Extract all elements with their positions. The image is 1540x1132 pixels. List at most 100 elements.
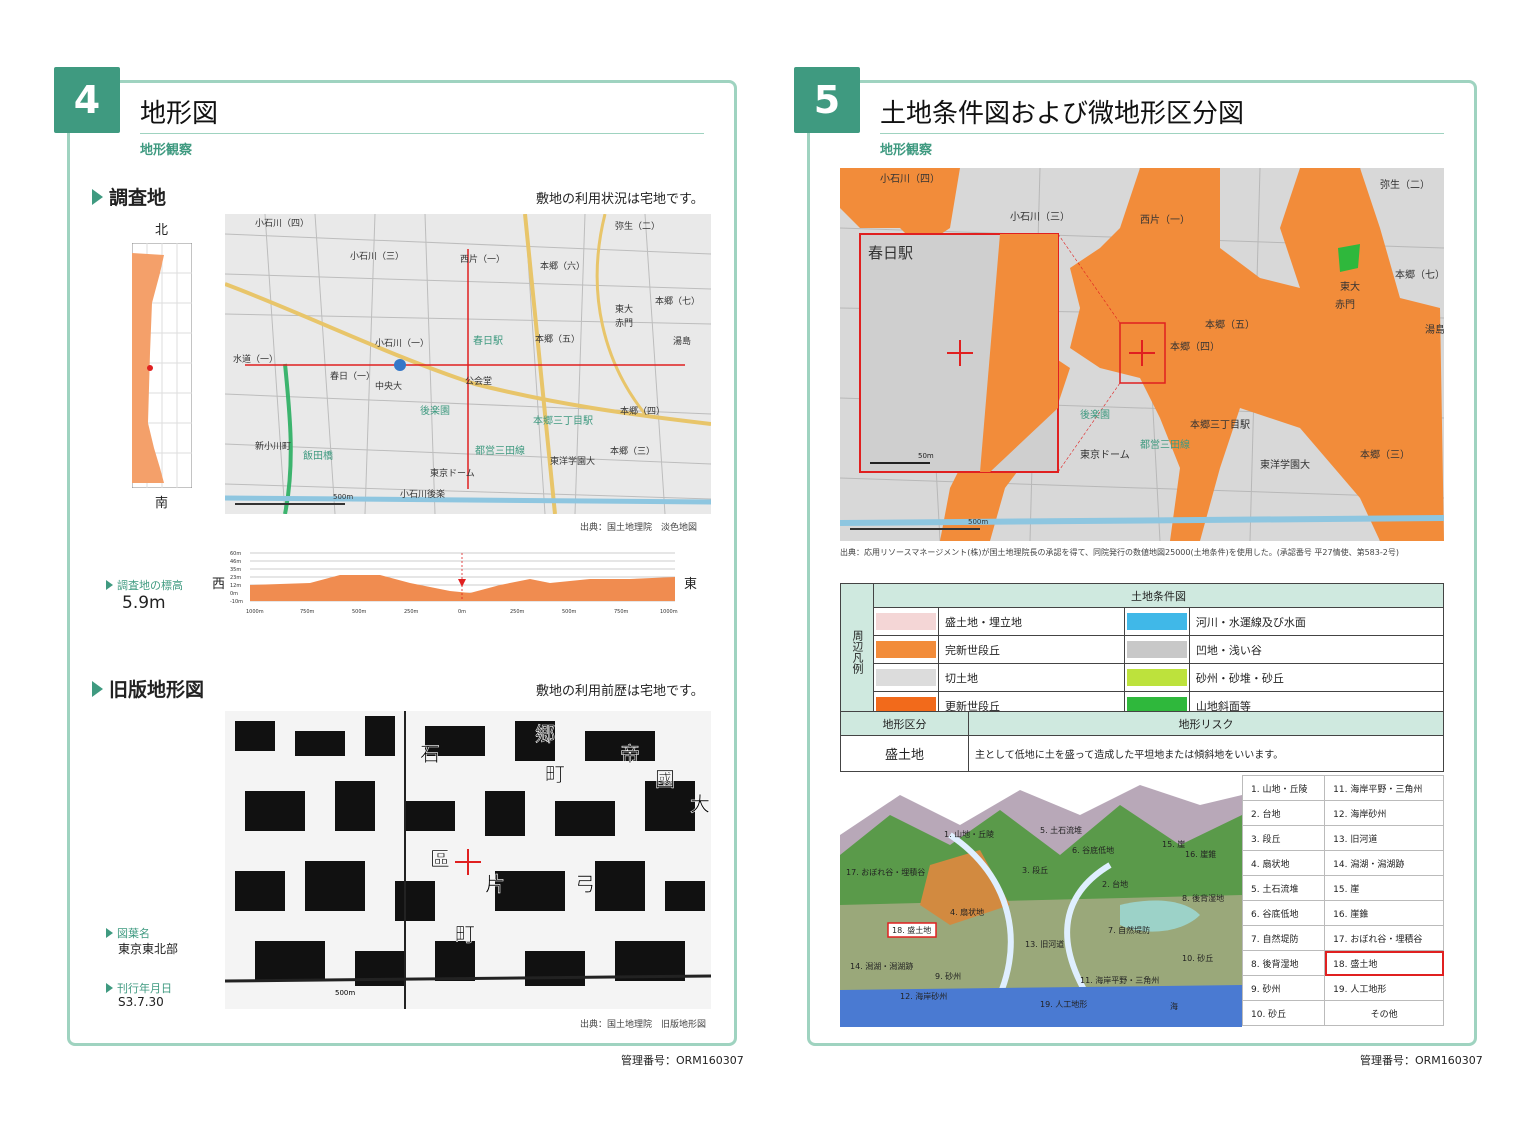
type-item: 14. 潟湖・潟湖跡 xyxy=(1324,850,1444,876)
ns-profile-chart xyxy=(132,243,192,488)
old-map-label: 區 xyxy=(430,847,450,871)
section-heading-site: 調査地 xyxy=(92,183,166,210)
legend-label: 凹地・浅い谷 xyxy=(1188,635,1445,664)
scale-label: 500m xyxy=(968,518,988,526)
map-label: 本郷（七） xyxy=(1395,268,1444,281)
map-label: 本郷（七） xyxy=(655,295,700,307)
type-item: 11. 海岸平野・三角州 xyxy=(1324,775,1444,801)
svg-text:14. 潟湖・潟湖跡: 14. 潟湖・潟湖跡 xyxy=(850,961,913,971)
svg-text:60m: 60m xyxy=(230,551,241,557)
title-divider xyxy=(140,133,704,134)
sheet-name-label: 図葉名 xyxy=(106,925,150,941)
svg-text:1. 山地・丘陵: 1. 山地・丘陵 xyxy=(944,829,994,839)
class-term: 盛土地 xyxy=(840,735,969,772)
north-label: 北 xyxy=(155,223,169,238)
sheet-name-value: 東京東北部 xyxy=(118,942,179,956)
elevation-label: 調査地の標高 xyxy=(106,577,183,593)
map-label: 本郷（三） xyxy=(1360,448,1410,461)
map-label: 東大 xyxy=(615,303,633,315)
old-topo-map: 郷 石 帝 國 大 町 區 片 町 弓 500m xyxy=(225,711,711,1009)
legend-label: 切土地 xyxy=(938,663,1125,692)
triangle-bullet-icon xyxy=(106,928,113,938)
old-map-label: 郷 xyxy=(535,722,555,746)
map-label: 西片（一） xyxy=(1140,213,1190,226)
map-label: 小石川（三） xyxy=(350,251,404,262)
landform-illustration: 1. 山地・丘陵 5. 土石流堆 6. 谷底低地 15. 崖 16. 崖錐 17… xyxy=(840,775,1242,1027)
legend-swatch xyxy=(1126,641,1187,658)
scale-label: 500m xyxy=(333,493,353,501)
management-number-5: 管理番号：ORM160307 xyxy=(1360,1054,1483,1067)
map-label: 都営三田線 xyxy=(475,444,525,457)
type-item-highlighted: 18. 盛土地 xyxy=(1324,950,1444,976)
type-item: 9. 砂州 xyxy=(1241,975,1326,1001)
current-topo-map: 小石川（四） 小石川（三） 西片（一） 本郷（六） 弥生（二） 本郷（七） 東大… xyxy=(225,214,711,514)
svg-text:2. 台地: 2. 台地 xyxy=(1102,879,1128,889)
svg-text:海: 海 xyxy=(1170,1001,1178,1011)
map-label: 本郷（四） xyxy=(1170,340,1220,353)
svg-text:12m: 12m xyxy=(230,583,241,589)
triangle-bullet-icon xyxy=(92,680,103,697)
type-item: 5. 土石流堆 xyxy=(1241,875,1326,901)
map-label: 弥生（二） xyxy=(1380,178,1430,191)
legend-label: 盛土地・埋立地 xyxy=(938,607,1125,636)
legend-title: 土地条件図 xyxy=(873,583,1444,608)
old-map-source: 出典：国土地理院 旧版地形図 xyxy=(580,1020,707,1030)
map-label: 赤門 xyxy=(615,318,633,329)
svg-text:8. 後背湿地: 8. 後背湿地 xyxy=(1182,893,1224,903)
svg-text:0m: 0m xyxy=(458,609,466,615)
map-label: 東洋学園大 xyxy=(1260,458,1310,471)
map-label: 本郷三丁目駅 xyxy=(1190,418,1250,431)
section-heading-old-map: 旧版地形図 xyxy=(92,675,204,702)
svg-text:750m: 750m xyxy=(614,609,629,615)
map-label: 中央大 xyxy=(375,380,402,392)
type-item: 13. 旧河道 xyxy=(1324,825,1444,851)
map-label: 西片（一） xyxy=(460,253,505,265)
svg-text:17. おぼれ谷・埋積谷: 17. おぼれ谷・埋積谷 xyxy=(846,867,925,877)
type-item: 1. 山地・丘陵 xyxy=(1241,775,1326,801)
site-note: 敷地の利用状況は宅地です。 xyxy=(536,192,704,207)
svg-text:15. 崖: 15. 崖 xyxy=(1162,840,1185,849)
map-label: 水道（一） xyxy=(233,353,278,365)
section-number: 5 xyxy=(794,67,860,133)
triangle-bullet-icon xyxy=(92,188,103,205)
svg-text:1000m: 1000m xyxy=(660,609,678,615)
svg-text:250m: 250m xyxy=(404,609,419,615)
svg-text:250m: 250m xyxy=(510,609,525,615)
class-description: 主として低地に土を盛って造成した平坦地または傾斜地をいいます。 xyxy=(968,735,1444,772)
svg-text:4. 扇状地: 4. 扇状地 xyxy=(950,907,984,917)
risk-header: 地形リスク xyxy=(968,711,1444,736)
old-map-label: 町 xyxy=(455,922,475,946)
svg-text:11. 海岸平野・三角州: 11. 海岸平野・三角州 xyxy=(1080,975,1159,985)
map-label: 東京ドーム xyxy=(430,467,475,479)
map-label: 飯田橋 xyxy=(303,449,333,462)
map-label: 小石川（四） xyxy=(255,218,309,229)
old-map-label: 大 xyxy=(690,792,710,816)
legend-swatch xyxy=(1126,613,1187,630)
svg-text:18. 盛土地: 18. 盛土地 xyxy=(892,925,931,935)
title-divider xyxy=(880,133,1444,134)
map-label: 東京ドーム xyxy=(1080,448,1130,461)
map-label: 本郷（三） xyxy=(610,445,655,457)
south-label: 南 xyxy=(155,496,169,511)
page-title: 地形図 xyxy=(140,99,219,129)
type-item: 8. 後背湿地 xyxy=(1241,950,1326,976)
svg-text:5. 土石流堆: 5. 土石流堆 xyxy=(1040,825,1082,835)
old-map-note: 敷地の利用前歴は宅地です。 xyxy=(536,684,704,699)
svg-text:16. 崖錐: 16. 崖錐 xyxy=(1185,849,1216,859)
svg-text:6. 谷底低地: 6. 谷底低地 xyxy=(1072,845,1114,855)
map-label: 新小川町 xyxy=(255,440,291,452)
type-item: 10. 砂丘 xyxy=(1241,1000,1326,1026)
map-label: 都営三田線 xyxy=(1140,438,1190,451)
legend-swatch xyxy=(876,613,936,630)
map-label: 本郷三丁目駅 xyxy=(533,414,593,427)
svg-text:19. 人工地形: 19. 人工地形 xyxy=(1040,999,1087,1009)
svg-text:9. 砂州: 9. 砂州 xyxy=(935,971,961,981)
land-condition-legend: 周辺凡例 土地条件図 盛土地・埋立地 河川・水運線及び水面 完新世段丘 凹地・浅… xyxy=(840,583,1445,720)
scale-label: 500m xyxy=(335,989,355,997)
type-item: 4. 扇状地 xyxy=(1241,850,1326,876)
old-map-label: 石 xyxy=(420,742,440,766)
type-item: 3. 段丘 xyxy=(1241,825,1326,851)
svg-text:0m: 0m xyxy=(230,591,238,597)
map-label: 小石川（一） xyxy=(375,338,429,349)
elevation-value: 5.9m xyxy=(122,593,166,613)
